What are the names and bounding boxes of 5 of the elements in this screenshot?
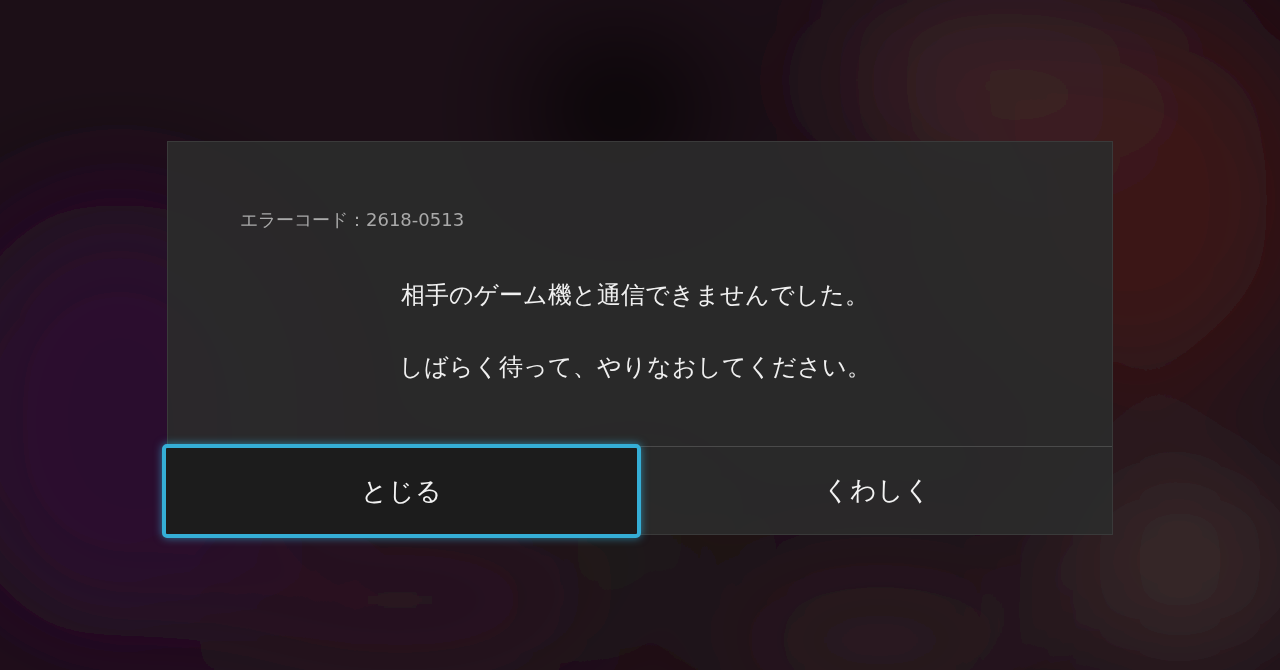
error-message: 相手のゲーム機と通信できませんでした。 [401, 280, 869, 311]
error-code: エラーコード：2618-0513 [240, 208, 466, 232]
dialog-button[interactable]: くわしく [641, 447, 1112, 534]
error-message: しばらく待って、やりなおしてください。 [399, 352, 871, 383]
dialog-button[interactable]: とじる [162, 444, 641, 538]
